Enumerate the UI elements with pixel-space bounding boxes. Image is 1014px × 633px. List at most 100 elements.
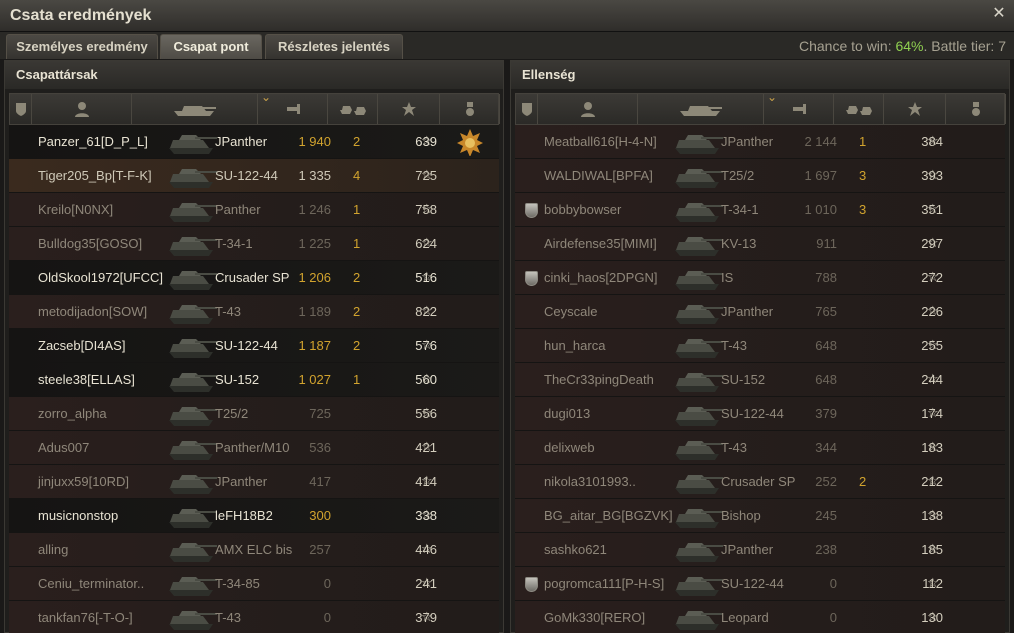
tank-icon xyxy=(671,195,725,225)
player-row[interactable]: TheCr33pingDeath SU-152 648 244 ☆ xyxy=(515,363,1005,397)
tank-icon xyxy=(671,399,725,429)
experience-value: 238 xyxy=(815,542,837,557)
player-row[interactable]: bobbybowser T-34-1 1 010 3 351 ☆ xyxy=(515,193,1005,227)
experience-value: 344 xyxy=(815,440,837,455)
player-name: dugi013 xyxy=(544,406,591,421)
player-row[interactable]: Ceniu_terminator.. T-34-85 0 241 ☆ xyxy=(9,567,499,601)
experience-icon xyxy=(792,104,807,114)
experience-value: 257 xyxy=(309,542,331,557)
player-name: Tiger205_Bp[T-F-K] xyxy=(38,168,152,183)
rating-icon xyxy=(401,102,416,116)
enemies-rows: Meatball616[H-4-N] JPanther 2 144 1 384 ☆ WALD… xyxy=(515,125,1005,633)
tank-icon xyxy=(671,127,725,157)
star-icon: ☆ xyxy=(421,439,433,454)
experience-value: 911 xyxy=(816,236,837,251)
header-platoon-icon[interactable] xyxy=(10,94,32,124)
header-experience-icon[interactable]: ⌄ xyxy=(258,90,328,124)
header-kills-icon[interactable] xyxy=(328,94,378,124)
tank-name: JPanther xyxy=(215,474,268,489)
tank-name: T-43 xyxy=(721,440,748,455)
player-row[interactable]: Tiger205_Bp[T-F-K] SU-122-44 1 335 4 725 ☆ xyxy=(9,159,499,193)
player-row[interactable]: tankfan76[-T-O-] T-43 0 379 ☆ xyxy=(9,601,499,633)
player-row[interactable]: cinki_haos[2DPGN] IS 788 272 ☆ xyxy=(515,261,1005,295)
player-name: alling xyxy=(38,542,69,557)
player-name: Ceniu_terminator.. xyxy=(38,576,145,591)
header-vehicle-icon[interactable] xyxy=(638,94,764,124)
player-row[interactable]: Ceyscale JPanther 765 226 ☆ xyxy=(515,295,1005,329)
tank-name: T-34-85 xyxy=(215,576,260,591)
star-icon: ☆ xyxy=(421,507,433,522)
header-platoon-icon[interactable] xyxy=(516,94,538,124)
player-row[interactable]: Panzer_61[D_P_L] JPanther 1 940 2 639 ☆ xyxy=(9,125,499,159)
player-row[interactable]: musicnonstop leFH18B2 300 338 ☆ xyxy=(9,499,499,533)
medal-icon xyxy=(465,102,474,116)
star-icon: ☆ xyxy=(421,303,433,318)
tank-icon xyxy=(671,229,725,259)
medal-icon xyxy=(457,128,483,157)
header-kills-icon[interactable] xyxy=(834,94,884,124)
player-row[interactable]: Meatball616[H-4-N] JPanther 2 144 1 384 ☆ xyxy=(515,125,1005,159)
tank-name: SU-152 xyxy=(215,372,260,387)
player-row[interactable]: WALDIWAL[BPFA] T25/2 1 697 3 393 ☆ xyxy=(515,159,1005,193)
tab-team-score[interactable]: Csapat pont xyxy=(160,34,262,59)
header-medal-icon[interactable] xyxy=(946,94,1006,124)
tank-name: leFH18B2 xyxy=(215,508,273,523)
kills-value: 1 xyxy=(353,372,361,387)
star-icon: ☆ xyxy=(927,133,939,148)
player-row[interactable]: Adus007 Panther/M10 536 421 ☆ xyxy=(9,431,499,465)
player-row[interactable]: nikola3101993.. Crusader SP 252 2 212 ☆ xyxy=(515,465,1005,499)
player-row[interactable]: dugi013 SU-122-44 379 174 ☆ xyxy=(515,397,1005,431)
player-row[interactable]: sashko621 JPanther 238 185 ☆ xyxy=(515,533,1005,567)
player-name: GoMk330[RERO] xyxy=(544,610,646,625)
header-experience-icon[interactable]: ⌄ xyxy=(764,90,834,124)
star-icon: ☆ xyxy=(421,575,433,590)
star-icon: ☆ xyxy=(927,303,939,318)
player-row[interactable]: alling AMX ELC bis 257 446 ☆ xyxy=(9,533,499,567)
platoon-icon xyxy=(525,577,538,592)
experience-value: 417 xyxy=(309,474,331,489)
player-row[interactable]: jinjuxx59[10RD] JPanther 417 414 ☆ xyxy=(9,465,499,499)
header-player-icon[interactable] xyxy=(538,94,638,124)
tank-icon xyxy=(671,365,725,395)
player-icon xyxy=(580,102,595,117)
header-rating-icon[interactable] xyxy=(378,94,440,124)
player-row[interactable]: steele38[ELLAS] SU-152 1 027 1 560 ☆ xyxy=(9,363,499,397)
vehicle-icon xyxy=(679,106,722,116)
player-row[interactable]: metodijadon[SOW] T-43 1 189 2 822 ☆ xyxy=(9,295,499,329)
header-medal-icon[interactable] xyxy=(440,94,500,124)
chance-label: Chance to win: xyxy=(798,38,896,54)
header-rating-icon[interactable] xyxy=(884,94,946,124)
player-row[interactable]: OldSkool1972[UFCC] Crusader SP 1 206 2 516 ☆ xyxy=(9,261,499,295)
header-player-icon[interactable] xyxy=(32,94,132,124)
player-row[interactable]: zorro_alpha T25/2 725 556 ☆ xyxy=(9,397,499,431)
header-vehicle-icon[interactable] xyxy=(132,94,258,124)
player-row[interactable]: hun_harca T-43 648 255 ☆ xyxy=(515,329,1005,363)
star-icon: ☆ xyxy=(421,337,433,352)
tank-icon xyxy=(671,433,725,463)
player-row[interactable]: Kreilo[N0NX] Panther 1 246 1 758 ☆ xyxy=(9,193,499,227)
player-row[interactable]: delixweb T-43 344 183 ☆ xyxy=(515,431,1005,465)
tank-name: T-43 xyxy=(721,338,748,353)
close-icon[interactable]: ✕ xyxy=(990,5,1008,23)
player-row[interactable]: Zacseb[DI4AS] SU-122-44 1 187 2 576 ☆ xyxy=(9,329,499,363)
tank-icon xyxy=(671,263,725,293)
player-name: Kreilo[N0NX] xyxy=(38,202,114,217)
experience-value: 0 xyxy=(829,576,837,591)
tab-detailed-report[interactable]: Részletes jelentés xyxy=(265,34,403,59)
player-row[interactable]: Bulldog35[GOSO] T-34-1 1 225 1 624 ☆ xyxy=(9,227,499,261)
experience-value: 1 027 xyxy=(298,372,331,387)
platoon-icon xyxy=(15,103,26,116)
tank-icon xyxy=(165,433,219,463)
star-icon: ☆ xyxy=(927,235,939,250)
star-icon: ☆ xyxy=(421,541,433,556)
player-name: Bulldog35[GOSO] xyxy=(38,236,143,251)
experience-value: 1 246 xyxy=(298,202,331,217)
tab-personal-results[interactable]: Személyes eredmény xyxy=(6,34,158,59)
tank-name: T-34-1 xyxy=(721,202,759,217)
tank-name: SU-122-44 xyxy=(721,576,784,591)
player-row[interactable]: pogromca111[P-H-S] SU-122-44 0 112 ☆ xyxy=(515,567,1005,601)
player-row[interactable]: Airdefense35[MIMI] KV-13 911 297 ☆ xyxy=(515,227,1005,261)
player-name: jinjuxx59[10RD] xyxy=(38,474,130,489)
player-row[interactable]: BG_aitar_BG[BGZVK] Bishop 245 138 ☆ xyxy=(515,499,1005,533)
player-row[interactable]: GoMk330[RERO] Leopard 0 130 ☆ xyxy=(515,601,1005,633)
